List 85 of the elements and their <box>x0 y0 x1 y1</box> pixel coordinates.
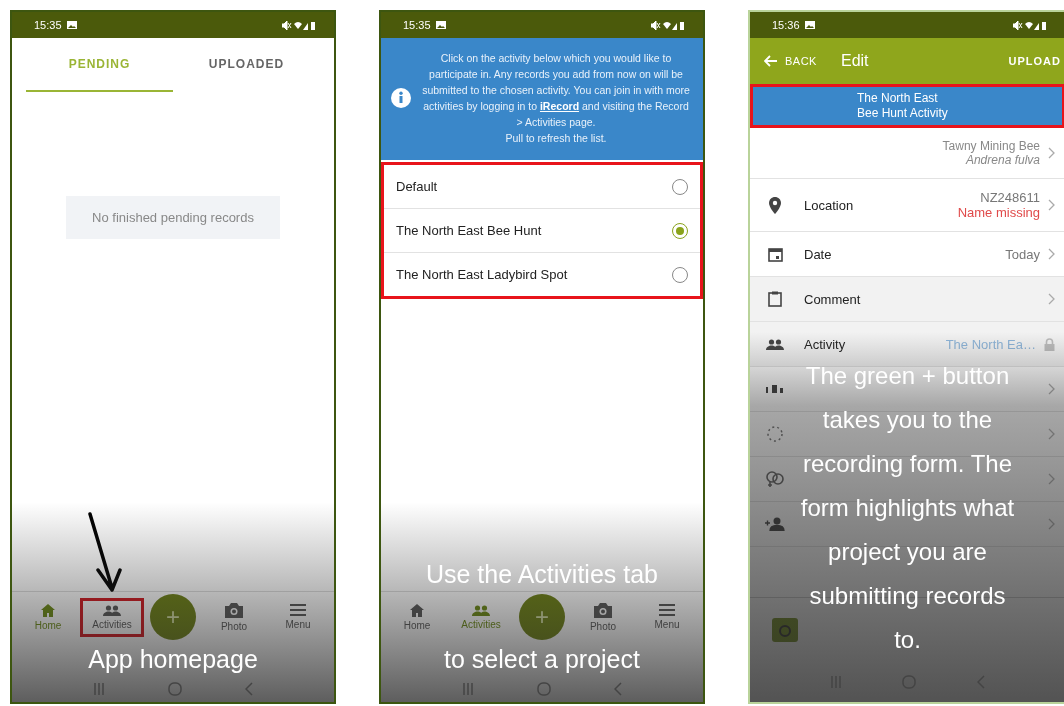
activity-name: The North East Bee Hunt <box>396 223 543 238</box>
nav-tab[interactable]: Menu <box>266 597 330 637</box>
nav-tab[interactable]: Photo <box>202 595 266 639</box>
people-icon <box>472 604 490 616</box>
status-time: 15:36 <box>772 19 800 31</box>
species-latin-name: Andrena fulva <box>965 153 1040 167</box>
warning-text: Name missing <box>957 205 1040 220</box>
species-row[interactable]: Tawny Mining Bee Andrena fulva <box>750 128 1064 179</box>
recent-apps-icon[interactable] <box>93 683 106 695</box>
form-row[interactable]: Location NZ248611 Name missing <box>750 179 1064 232</box>
species-common-name: Tawny Mining Bee <box>942 139 1040 153</box>
add-record-button[interactable]: + <box>150 594 196 640</box>
status-time: 15:35 <box>403 19 431 31</box>
caption-text: project you are <box>828 537 987 567</box>
back-icon[interactable] <box>244 682 253 696</box>
nav-tab[interactable]: Home <box>16 596 80 638</box>
recent-apps-icon[interactable] <box>462 683 475 695</box>
camera-icon <box>225 602 243 618</box>
field-value: The North Ea… <box>945 336 1036 352</box>
caption-text: submitting records <box>809 581 1006 611</box>
back-icon[interactable] <box>613 682 622 696</box>
activity-name: The North East Ladybird Spot <box>396 267 569 282</box>
nav-tab[interactable]: Activities <box>80 597 144 637</box>
caption-text: Use the Activities tab <box>425 559 659 590</box>
status-time: 15:35 <box>34 19 62 31</box>
caption-text: recording form. The <box>803 449 1012 479</box>
back-button[interactable]: BACK <box>764 55 817 67</box>
empty-message: No finished pending records <box>66 196 280 239</box>
activity-option[interactable]: The North East Bee Hunt <box>384 209 700 253</box>
home-button-icon[interactable] <box>168 682 182 696</box>
form-row[interactable]: Activity The North Ea… <box>750 322 1064 367</box>
field-label: Date <box>804 246 832 262</box>
status-icons-drawing <box>1013 20 1047 30</box>
image-icon <box>435 21 446 29</box>
chevron-icon <box>1048 147 1055 159</box>
upload-button[interactable]: UPLOAD <box>1008 55 1061 67</box>
dotted-circle-icon <box>766 425 784 443</box>
nav-tab[interactable]: Activities <box>449 597 513 637</box>
menu-icon <box>659 604 675 616</box>
person-add-icon <box>765 517 785 531</box>
add-record-button[interactable]: + <box>519 594 565 640</box>
info-text: Click on the activity below which you would like to participate in. Any records you add from now on will be submitted to the chosen activity. You can join in with more activities by logging in to iRecord and visiting the Record > Activities page. <box>421 51 691 130</box>
camera-icon <box>594 602 612 618</box>
caption-text: takes you to the <box>822 405 993 435</box>
field-value: NZ248611 <box>980 190 1040 205</box>
field-label: Comment <box>804 291 861 307</box>
screen-title: Edit <box>840 52 869 70</box>
nav-tab[interactable]: Photo <box>571 595 635 639</box>
form-row[interactable]: Comment <box>750 277 1064 322</box>
clipboard-icon <box>768 291 782 307</box>
field-label: Location <box>804 197 854 213</box>
nav-tab[interactable]: Home <box>385 596 449 638</box>
caption-text: form highlights what <box>800 493 1015 523</box>
info-icon <box>391 88 411 108</box>
people-icon <box>103 604 121 616</box>
activity-name: Default <box>396 179 439 194</box>
people-icon <box>766 338 784 350</box>
caption-text: to select a project <box>444 644 640 675</box>
numbers-icon <box>765 384 785 394</box>
nav-tab[interactable]: Menu <box>635 597 699 637</box>
tab[interactable]: UPLOADED <box>173 38 320 92</box>
image-icon <box>804 21 815 29</box>
activity-option[interactable]: Default <box>384 165 700 209</box>
tab[interactable]: PENDING <box>26 38 173 92</box>
activity-banner-text: The North East Bee Hunt Activity <box>857 91 948 121</box>
field-label: Activity <box>804 336 846 352</box>
calendar-icon <box>767 246 783 262</box>
home-icon <box>41 603 55 617</box>
irecord-link[interactable]: iRecord <box>539 100 580 112</box>
back-icon[interactable] <box>976 675 985 689</box>
home-button-icon[interactable] <box>537 682 551 696</box>
caption-text: App homepage <box>88 644 258 675</box>
map-pin-icon <box>769 196 781 214</box>
activity-option[interactable]: The North East Ladybird Spot <box>384 253 700 296</box>
image-icon <box>66 21 77 29</box>
menu-icon <box>290 604 306 616</box>
status-icons-drawing <box>282 20 316 30</box>
gender-icon <box>765 470 785 488</box>
refresh-hint: Pull to refresh the list. <box>504 131 608 146</box>
back-arrow-icon <box>764 55 778 67</box>
status-icons-drawing <box>651 20 685 30</box>
camera-icon[interactable] <box>772 618 798 642</box>
home-icon <box>410 603 424 617</box>
field-value: Today <box>1005 246 1040 262</box>
caption-text: to. <box>894 625 921 655</box>
